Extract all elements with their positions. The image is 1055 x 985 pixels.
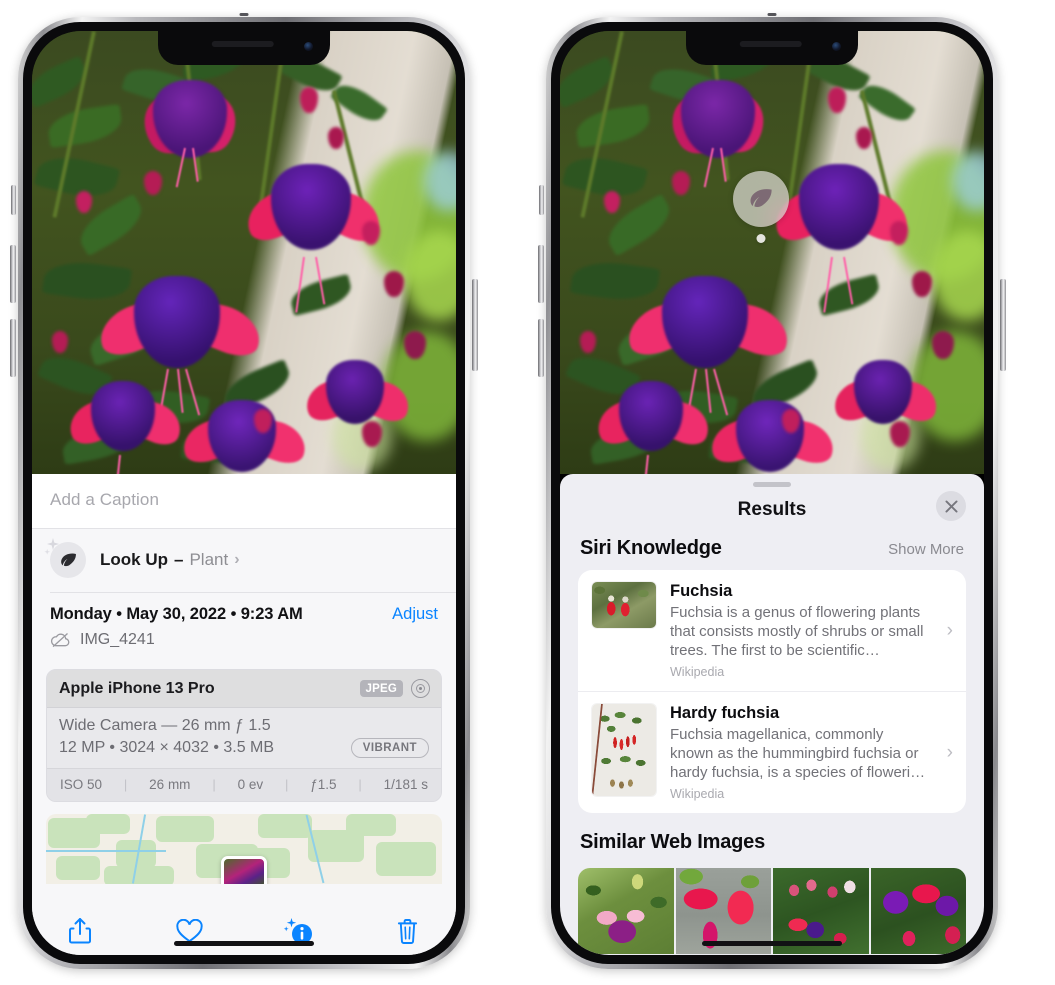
knowledge-title: Hardy fuchsia (670, 704, 780, 722)
exif-divider: | (212, 777, 216, 792)
visual-look-up-badge[interactable] (733, 171, 789, 243)
exif-divider: | (284, 777, 289, 792)
siri-knowledge-title: Siri Knowledge (580, 537, 722, 559)
lens-line: Wide Camera — 26 mm ƒ 1.5 (59, 717, 271, 734)
silent-switch[interactable] (11, 185, 16, 215)
screen-right: Results Siri Knowledge Show More Fuchsia… (560, 31, 984, 955)
lens-icon (411, 679, 430, 698)
leaf-icon (60, 553, 76, 566)
exif-aperture: ƒ1.5 (310, 777, 337, 792)
knowledge-description: Fuchsia is a genus of flowering plants t… (670, 604, 924, 659)
specs-line: 12 MP • 3024 × 4032 • 3.5 MB (59, 739, 275, 756)
trash-icon (398, 918, 418, 944)
notch (158, 31, 330, 65)
knowledge-row[interactable]: Hardy fuchsia Fuchsia magellanica, commo… (578, 691, 966, 813)
device-bezel: Add a Caption Look Up – Plant › Monday •… (23, 22, 465, 964)
fuchsia-thumbnail (592, 582, 656, 628)
exif-focal: 26 mm (149, 777, 191, 792)
similar-web-images-header: Similar Web Images (560, 813, 984, 858)
knowledge-description: Fuchsia magellanica, commonly known as t… (670, 726, 926, 781)
volume-up-button[interactable] (538, 245, 544, 303)
share-icon (69, 918, 91, 944)
top-mic (239, 13, 249, 16)
look-up-label-group: Look Up – Plant › (100, 550, 240, 570)
exif-shutter: 1/181 s (383, 777, 428, 792)
photo-fuchsia[interactable] (560, 31, 984, 474)
look-up-label: Look Up (100, 550, 168, 569)
siri-knowledge-header: Siri Knowledge Show More (560, 535, 984, 570)
home-indicator[interactable] (174, 941, 314, 946)
front-camera (304, 42, 313, 51)
earpiece-speaker (211, 41, 274, 47)
results-sheet: Results Siri Knowledge Show More Fuchsia… (560, 474, 984, 955)
similar-image-1[interactable] (578, 868, 674, 954)
photo-datetime: Monday • May 30, 2022 • 9:23 AM (50, 605, 303, 623)
volume-down-button[interactable] (10, 319, 16, 377)
screenshot-canvas: Add a Caption Look Up – Plant › Monday •… (0, 0, 1055, 985)
knowledge-title: Fuchsia (670, 582, 733, 600)
badge-anchor-dot (756, 234, 766, 243)
results-header: Results (560, 487, 984, 535)
show-more-button[interactable]: Show More (888, 541, 964, 558)
photo-info-sheet: Add a Caption Look Up – Plant › Monday •… (32, 474, 456, 955)
caption-field-row[interactable]: Add a Caption (32, 474, 456, 529)
close-icon (945, 500, 957, 512)
map-photo-pin (221, 856, 267, 884)
close-button[interactable] (936, 491, 966, 521)
knowledge-source: Wikipedia (670, 665, 725, 679)
home-indicator[interactable] (702, 941, 842, 946)
knowledge-row[interactable]: Fuchsia Fuchsia is a genus of flowering … (578, 570, 966, 691)
delete-button[interactable] (386, 911, 430, 951)
camera-info-card: Apple iPhone 13 Pro JPEG Wide Camera — 2… (46, 669, 442, 802)
look-up-subject: Plant (189, 550, 229, 569)
cloud-slash-icon (50, 633, 70, 648)
heart-icon (176, 918, 203, 942)
caption-placeholder[interactable]: Add a Caption (50, 490, 438, 510)
camera-card-body: Wide Camera — 26 mm ƒ 1.5 12 MP • 3024 ×… (47, 708, 441, 768)
side-power-button[interactable] (1000, 279, 1006, 371)
volume-up-button[interactable] (10, 245, 16, 303)
map-preview[interactable] (46, 814, 442, 884)
share-button[interactable] (58, 911, 102, 951)
front-camera (832, 42, 841, 51)
leaf-icon (750, 189, 772, 207)
hardy-fuchsia-thumbnail (592, 704, 656, 796)
photographic-style-badge: VIBRANT (350, 738, 429, 758)
siri-knowledge-card: Fuchsia Fuchsia is a genus of flowering … (578, 570, 966, 813)
chevron-right-icon: › (946, 619, 953, 641)
iphone-left: Add a Caption Look Up – Plant › Monday •… (10, 13, 478, 969)
chevron-right-icon: › (234, 551, 240, 568)
camera-model: Apple iPhone 13 Pro (59, 679, 215, 697)
adjust-button[interactable]: Adjust (392, 605, 438, 624)
look-up-row[interactable]: Look Up – Plant › (32, 529, 456, 592)
look-up-dash: – (174, 550, 184, 569)
photo-fuchsia[interactable] (32, 31, 456, 474)
similar-web-images-title: Similar Web Images (580, 831, 765, 853)
silent-switch[interactable] (539, 185, 544, 215)
screen-left: Add a Caption Look Up – Plant › Monday •… (32, 31, 456, 955)
photo-toolbar (32, 895, 456, 955)
exif-ev: 0 ev (237, 777, 264, 792)
top-mic (767, 13, 777, 16)
results-title: Results (737, 499, 807, 520)
knowledge-source: Wikipedia (670, 787, 725, 801)
earpiece-speaker (739, 41, 802, 47)
date-block: Monday • May 30, 2022 • 9:23 AM Adjust I… (32, 593, 456, 659)
exif-iso: ISO 50 (60, 777, 103, 792)
chevron-right-icon: › (946, 741, 953, 763)
notch (686, 31, 858, 65)
exif-divider: | (358, 777, 362, 792)
exif-divider: | (123, 777, 128, 792)
camera-card-header: Apple iPhone 13 Pro JPEG (47, 670, 441, 708)
exif-row: ISO 50 | 26 mm | 0 ev | ƒ1.5 | 1/181 s (47, 768, 441, 801)
similar-image-4[interactable] (870, 868, 966, 954)
photo-filename: IMG_4241 (80, 631, 155, 648)
format-badge: JPEG (359, 680, 403, 697)
device-bezel: Results Siri Knowledge Show More Fuchsia… (551, 22, 993, 964)
side-power-button[interactable] (472, 279, 478, 371)
volume-down-button[interactable] (538, 319, 544, 377)
look-up-icon-circle (50, 542, 86, 578)
iphone-right: Results Siri Knowledge Show More Fuchsia… (538, 13, 1006, 969)
